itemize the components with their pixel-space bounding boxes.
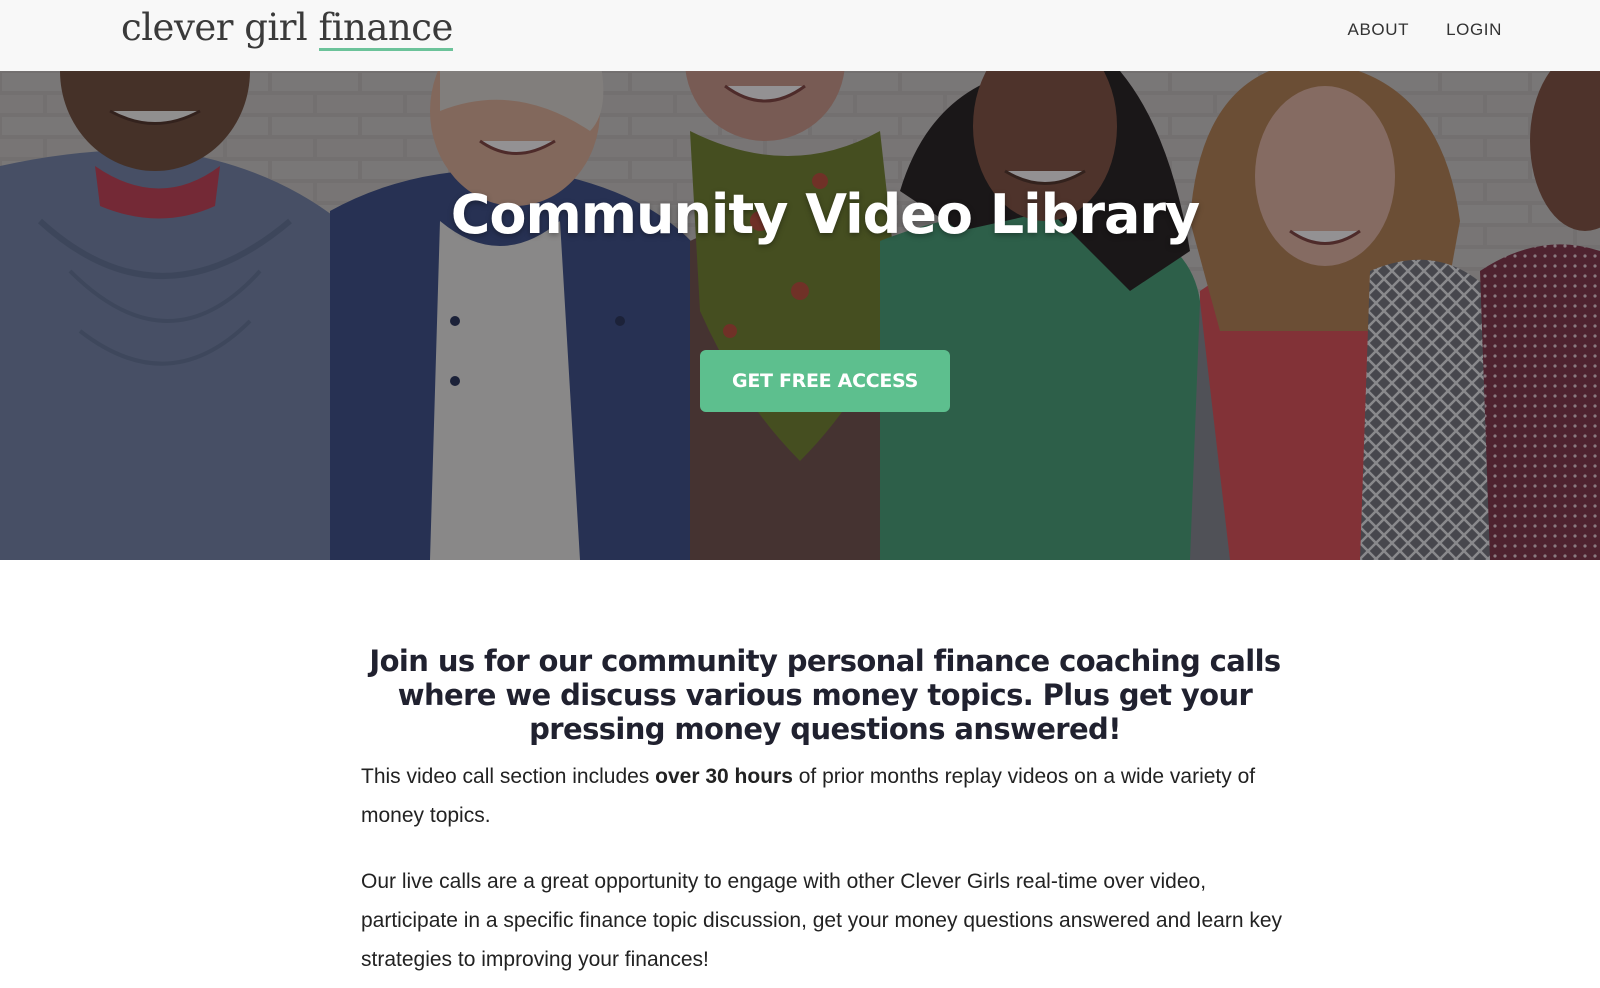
logo[interactable]: clever girl finance xyxy=(121,6,453,51)
nav-login-link[interactable]: LOGIN xyxy=(1446,20,1502,40)
logo-text-accent: finance xyxy=(318,6,453,51)
logo-text: clever girl xyxy=(121,6,319,49)
para1-text-before: This video call section includes xyxy=(361,765,656,788)
intro-heading: Join us for our community personal finan… xyxy=(369,644,1281,746)
hero-banner: Community Video Library GET FREE ACCESS xyxy=(0,71,1600,560)
main-nav: ABOUT LOGIN xyxy=(1348,20,1502,40)
intro-section: Join us for our community personal finan… xyxy=(361,644,1289,979)
hero-overlay xyxy=(0,71,1600,560)
nav-about-link[interactable]: ABOUT xyxy=(1348,20,1410,40)
intro-paragraph-2: Our live calls are a great opportunity t… xyxy=(361,870,1283,971)
hero-title: Community Video Library xyxy=(450,183,1200,246)
para1-highlight: over 30 hours xyxy=(655,765,793,788)
site-header: clever girl finance ABOUT LOGIN xyxy=(0,0,1600,71)
intro-paragraph-1: This video call section includes over 30… xyxy=(361,757,1289,835)
get-free-access-button[interactable]: GET FREE ACCESS xyxy=(700,350,950,412)
